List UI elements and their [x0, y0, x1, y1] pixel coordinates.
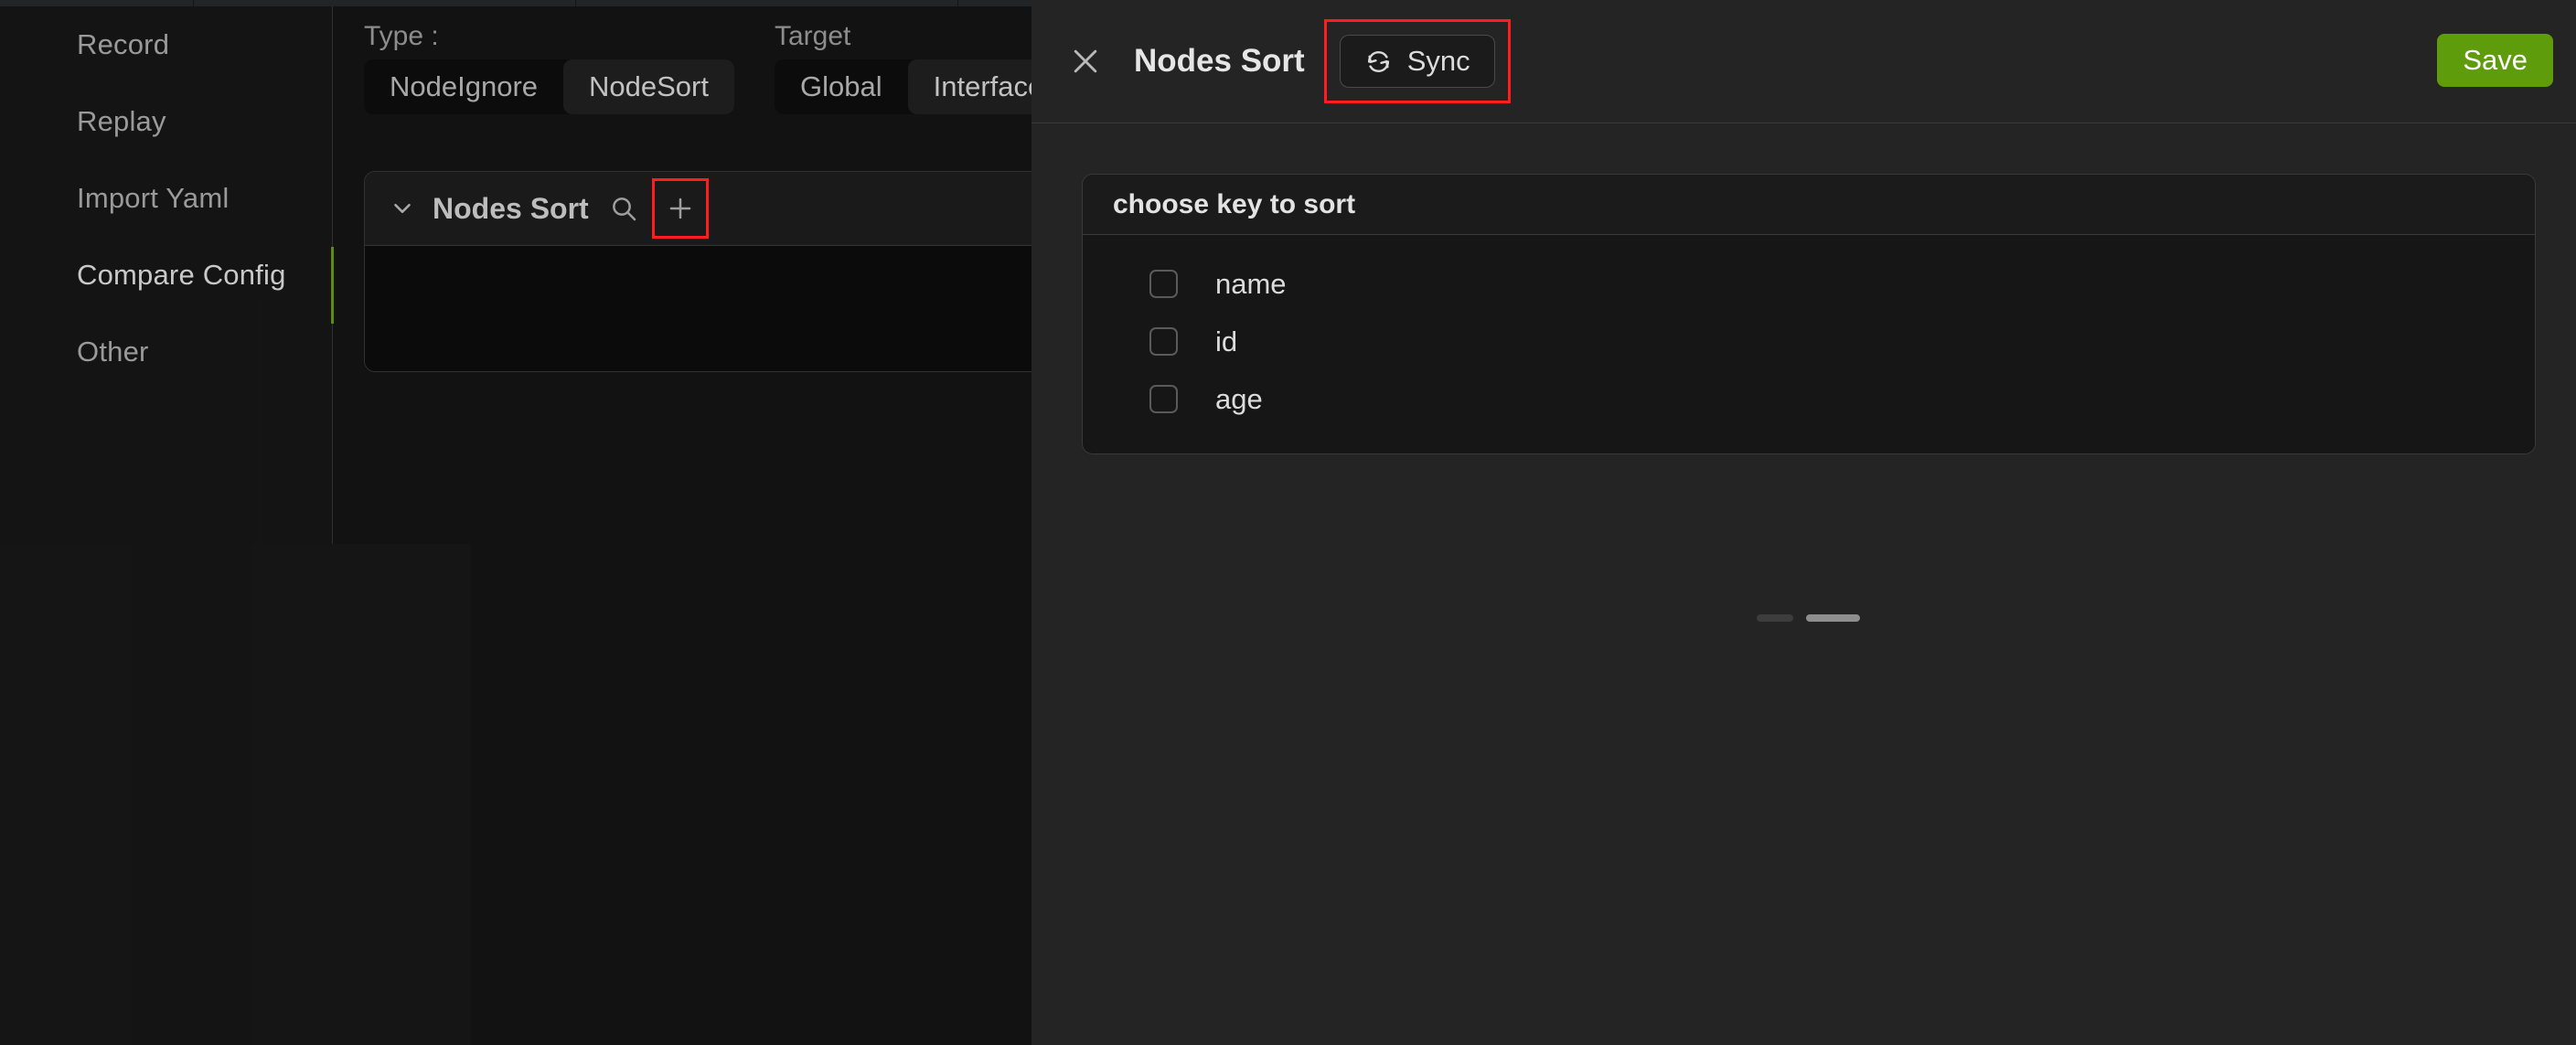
browser-tab[interactable]	[576, 0, 958, 6]
checkbox-id[interactable]	[1149, 327, 1178, 356]
key-option-label: age	[1215, 382, 1263, 415]
app-root: Record Replay Import Yaml Compare Config Oth…	[0, 0, 2576, 1045]
nodes-sort-card-title: Nodes Sort	[433, 191, 589, 225]
search-icon[interactable]	[605, 190, 642, 227]
pager-pill[interactable]	[1757, 614, 1793, 622]
key-option-row[interactable]: id	[1083, 313, 2535, 370]
tab-nodesort[interactable]: NodeSort	[563, 59, 734, 114]
tab-global[interactable]: Global	[775, 59, 908, 114]
checkbox-age[interactable]	[1149, 385, 1178, 413]
browser-tab[interactable]	[194, 0, 576, 6]
key-option-row[interactable]: age	[1083, 370, 2535, 428]
save-button[interactable]: Save	[2437, 34, 2553, 87]
pager-pill[interactable]	[1806, 614, 1860, 622]
type-filter-label: Type :	[364, 21, 439, 51]
key-option-label: name	[1215, 267, 1287, 300]
chevron-down-icon[interactable]	[389, 195, 416, 222]
sidebar-item-label: Record	[77, 28, 170, 60]
target-segmented-control: Global Interface	[775, 59, 1070, 114]
sidebar-item-import-yaml[interactable]: Import Yaml	[0, 160, 333, 237]
type-segmented-control: NodeIgnore NodeSort	[364, 59, 734, 114]
nodes-sort-drawer: Nodes Sort Sync Save choose key to sort …	[1031, 0, 2576, 1045]
sync-button[interactable]: Sync	[1339, 35, 1495, 88]
sidebar-item-label: Replay	[77, 105, 166, 137]
type-filter-group: Type : NodeIgnore NodeSort	[364, 21, 734, 114]
drawer-body: choose key to sort name id age	[1031, 123, 2576, 1045]
sidebar-item-label: Other	[77, 336, 149, 368]
background-panel-left	[0, 544, 133, 1045]
choose-key-list: name id age	[1083, 235, 2535, 453]
choose-key-card-heading: choose key to sort	[1083, 175, 2535, 235]
key-option-row[interactable]: name	[1083, 255, 2535, 313]
sidebar-item-label: Compare Config	[77, 259, 286, 291]
plus-icon[interactable]	[651, 178, 709, 239]
sidebar-item-record[interactable]: Record	[0, 6, 333, 83]
sidebar-item-compare-config[interactable]: Compare Config	[0, 237, 333, 314]
target-filter-group: Target Global Interface	[775, 21, 1070, 114]
choose-key-card: choose key to sort name id age	[1082, 174, 2536, 454]
background-panel-right	[258, 303, 262, 544]
sidebar-item-other[interactable]: Other	[0, 314, 333, 390]
close-icon[interactable]	[1064, 40, 1106, 82]
background-panel-mid	[251, 544, 471, 1045]
sidebar-item-replay[interactable]: Replay	[0, 83, 333, 160]
sidebar-item-label: Import Yaml	[77, 182, 230, 214]
tab-nodeignore[interactable]: NodeIgnore	[364, 59, 563, 114]
key-option-label: id	[1215, 325, 1238, 357]
sync-button-label: Sync	[1406, 45, 1470, 77]
browser-tab[interactable]	[0, 0, 194, 6]
drawer-title: Nodes Sort	[1134, 43, 1305, 79]
drawer-header: Nodes Sort Sync Save	[1031, 0, 2576, 123]
sync-highlight-annotation: Sync	[1323, 19, 1511, 103]
target-filter-label: Target	[775, 21, 851, 51]
checkbox-name[interactable]	[1149, 270, 1178, 298]
sync-refresh-icon	[1364, 48, 1393, 76]
pager-indicator	[1757, 614, 1860, 622]
